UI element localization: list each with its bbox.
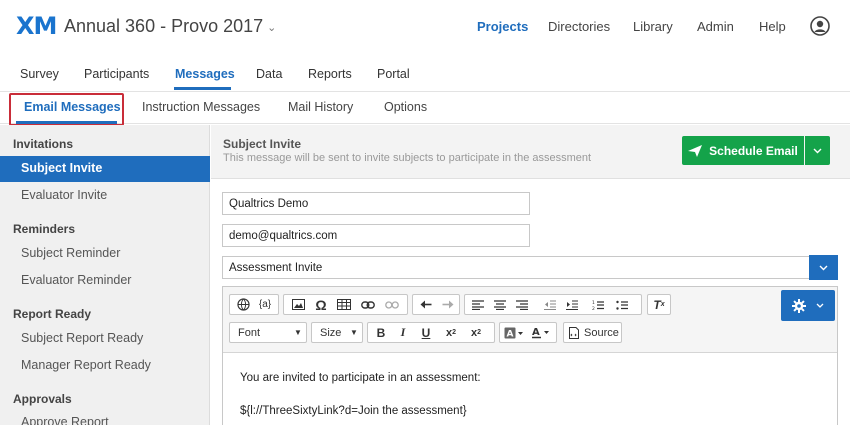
nav-admin[interactable]: Admin	[697, 19, 734, 34]
subtab-options[interactable]: Options	[384, 100, 427, 114]
subject-library-dropdown[interactable]	[809, 255, 838, 280]
editor-settings-button[interactable]	[781, 290, 835, 321]
font-size-select[interactable]: Size ▼	[311, 322, 363, 343]
indent-icon[interactable]	[563, 295, 581, 314]
sidebar-item-approve-report[interactable]: Approve Report	[21, 415, 109, 425]
user-account-icon[interactable]	[810, 16, 830, 36]
nav-directories[interactable]: Directories	[548, 19, 610, 34]
align-left-icon[interactable]	[469, 295, 487, 314]
from-email-field[interactable]: demo@qualtrics.com	[222, 224, 530, 247]
chevron-down-icon: ⌄	[267, 21, 277, 34]
source-code-icon	[568, 323, 580, 342]
sidebar-group-approvals: Approvals	[13, 392, 72, 406]
tab-portal[interactable]: Portal	[377, 67, 410, 81]
send-icon	[688, 144, 703, 157]
sidebar-item-subject-report-ready[interactable]: Subject Report Ready	[21, 331, 143, 345]
sidebar-group-reminders: Reminders	[13, 222, 76, 236]
svg-text:2: 2	[592, 306, 595, 310]
redo-icon[interactable]	[438, 295, 458, 314]
editor-body-line-1: You are invited to participate in an ass…	[240, 372, 481, 384]
superscript-icon[interactable]: x2	[466, 323, 486, 342]
source-label: Source	[584, 326, 619, 339]
nav-library[interactable]: Library	[633, 19, 673, 34]
schedule-email-label: Schedule Email	[709, 143, 798, 158]
font-select-label: Font	[238, 326, 261, 339]
message-title: Subject Invite	[223, 137, 302, 151]
sidebar-item-evaluator-invite[interactable]: Evaluator Invite	[21, 188, 107, 202]
toolbar-group-colors: A A	[499, 322, 557, 343]
sidebar-item-manager-report-ready[interactable]: Manager Report Ready	[21, 358, 151, 372]
underline-button[interactable]: U	[417, 323, 435, 342]
sidebar-group-report-ready: Report Ready	[13, 307, 92, 321]
message-description: This message will be sent to invite subj…	[223, 152, 592, 164]
globe-icon[interactable]	[233, 295, 253, 314]
project-title: Annual 360 - Provo 2017	[64, 16, 264, 36]
from-name-field[interactable]: Qualtrics Demo	[222, 192, 530, 215]
tab-messages[interactable]: Messages	[175, 67, 235, 81]
toolbar-group-media: Ω	[283, 294, 408, 315]
tab-survey[interactable]: Survey	[20, 67, 59, 81]
subtab-mail-history[interactable]: Mail History	[288, 100, 353, 114]
caret-down-icon: ▼	[294, 328, 302, 337]
italic-button[interactable]: I	[394, 323, 412, 342]
chevron-down-icon	[816, 303, 824, 308]
gear-icon	[792, 298, 806, 313]
outdent-icon[interactable]	[541, 295, 559, 314]
background-color-icon[interactable]: A	[503, 323, 525, 342]
sidebar-item-subject-invite[interactable]: Subject Invite	[21, 161, 102, 175]
chevron-down-icon	[819, 265, 828, 270]
font-family-select[interactable]: Font ▼	[229, 322, 307, 343]
piped-text-button[interactable]: {a}	[254, 295, 276, 314]
toolbar-group-history	[412, 294, 460, 315]
xm-logo[interactable]: XM	[16, 12, 57, 40]
numbered-list-icon[interactable]: 12	[589, 295, 607, 314]
link-icon[interactable]	[358, 295, 378, 314]
remove-format-icon[interactable]: Tx	[650, 295, 668, 314]
tab-data[interactable]: Data	[256, 67, 282, 81]
align-center-icon[interactable]	[491, 295, 509, 314]
bold-button[interactable]: B	[372, 323, 390, 342]
align-right-icon[interactable]	[513, 295, 531, 314]
tab-reports[interactable]: Reports	[308, 67, 352, 81]
unlink-icon[interactable]	[382, 295, 402, 314]
editor-body-line-2: ${l://ThreeSixtyLink?d=Join the assessme…	[240, 405, 467, 417]
special-character-icon[interactable]: Ω	[312, 295, 330, 314]
sub-tabs: Email Messages Instruction Messages Mail…	[0, 92, 850, 124]
nav-help[interactable]: Help	[759, 19, 786, 34]
toolbar-group-text-style: B I U x2 x2	[367, 322, 495, 343]
top-header: XM Annual 360 - Provo 2017 ⌄ Projects Dir…	[0, 0, 850, 56]
highlight-box	[9, 93, 124, 126]
chevron-down-icon	[813, 148, 822, 153]
toolbar-group-insert: {a}	[229, 294, 279, 315]
subscript-icon[interactable]: x2	[441, 323, 461, 342]
image-icon[interactable]	[288, 295, 308, 314]
schedule-options-button[interactable]	[805, 136, 830, 165]
toolbar-group-clear: Tx	[647, 294, 671, 315]
editor-toolbar: {a} Ω 1 2 T x Font ▼ Size ▼ B I U x 2 x …	[223, 287, 837, 353]
caret-down-icon: ▼	[350, 328, 358, 337]
nav-projects[interactable]: Projects	[477, 19, 528, 34]
source-button[interactable]: Source	[563, 322, 622, 343]
table-icon[interactable]	[334, 295, 354, 314]
svg-text:A: A	[507, 329, 514, 339]
sidebar-item-evaluator-reminder[interactable]: Evaluator Reminder	[21, 273, 131, 287]
text-color-icon[interactable]: A	[530, 323, 552, 342]
active-tab-indicator	[174, 87, 231, 90]
size-select-label: Size	[320, 326, 342, 339]
main-tabs: Survey Participants Messages Data Report…	[0, 56, 850, 92]
svg-text:A: A	[532, 327, 540, 338]
tab-participants[interactable]: Participants	[84, 67, 149, 81]
schedule-email-button[interactable]: Schedule Email	[682, 136, 804, 165]
svg-text:1: 1	[592, 300, 595, 306]
bulleted-list-icon[interactable]	[613, 295, 631, 314]
subtab-instruction-messages[interactable]: Instruction Messages	[142, 100, 260, 114]
sidebar-group-invitations: Invitations	[13, 137, 74, 151]
sidebar-item-subject-reminder[interactable]: Subject Reminder	[21, 246, 120, 260]
subject-field[interactable]: Assessment Invite	[222, 256, 810, 279]
toolbar-group-paragraph: 12	[464, 294, 642, 315]
project-title-dropdown[interactable]: Annual 360 - Provo 2017 ⌄	[64, 16, 276, 37]
undo-icon[interactable]	[416, 295, 436, 314]
